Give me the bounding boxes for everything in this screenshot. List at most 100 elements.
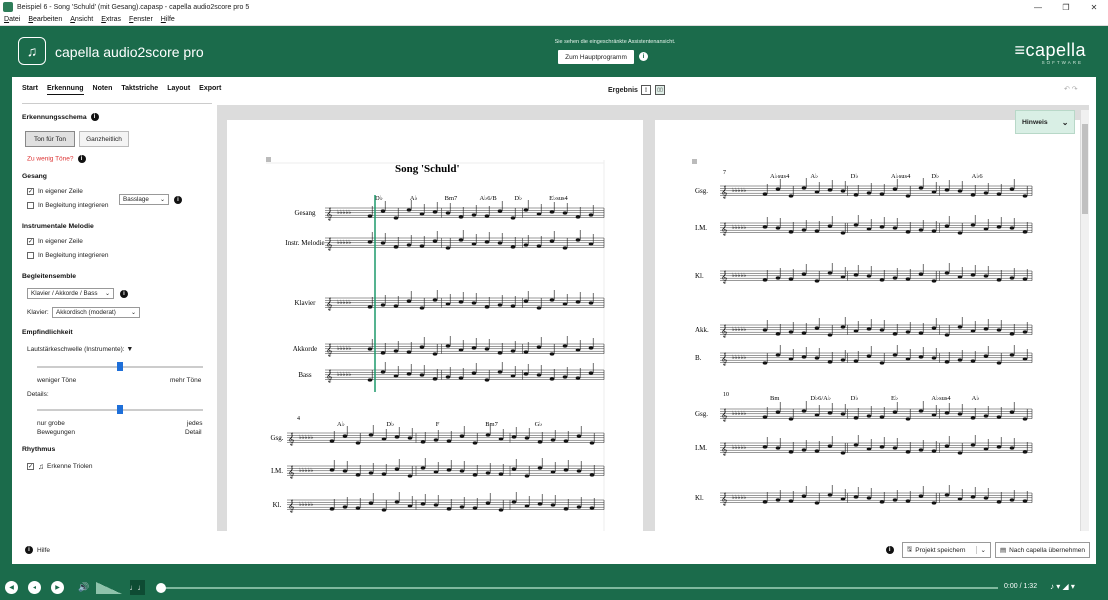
output-settings-icon[interactable]: ♪ ▾ ◢ ▾ [1050,582,1075,591]
svg-text:𝄞: 𝄞 [326,298,333,311]
p2sys2-chord-1: D♭6/A♭ [810,394,831,402]
score-page-2-notation: 7 Gsg. I.M. Kl. Akk. B. 𝄞 ♭♭♭♭♭ 𝄞 ♭♭♭♭♭ 𝄞 ♭♭♭♭♭ 𝄞 ♭… [692,159,1033,506]
p2sys1-label-0: Gsg. [695,187,708,195]
details-slider[interactable] [37,405,203,414]
p2sys1-chord-3: A♭sus4 [891,172,911,180]
info-icon[interactable]: i [77,155,86,163]
p2sys1-notes-0 [762,178,1028,198]
bass-range-select[interactable]: Basslage ⌄ [119,194,169,205]
score-page-1: Song 'Schuld' Gesang Instr. Melodie Klavie… [227,120,643,531]
info-icon[interactable]: i [639,52,648,61]
sys2-staff-0: 𝄞 ♭♭♭♭♭ [287,433,604,446]
capella-logo: ≡capella [1014,40,1086,60]
transfer-to-capella-button[interactable]: ▤ Nach capella übernehmen [994,542,1090,558]
menu-ansicht[interactable]: Ansicht [70,16,93,23]
sys2-chord-1: D♭ [386,420,394,428]
menu-extras[interactable]: Extras [101,16,121,23]
scrollbar-thumb[interactable] [1082,124,1088,214]
melodie-own-line-checkbox[interactable]: ✓ In eigener Zeile [27,238,83,245]
rewind-icon[interactable]: ◂ [28,581,41,594]
system-2-instrument-labels: Gsg. I.M. Kl. [270,434,283,509]
menu-datei[interactable]: Datei [4,16,20,23]
progress-handle[interactable] [156,583,166,593]
sys2-chord-2: F [436,421,440,428]
klavier-mode-select[interactable]: Akkordisch (moderat) ⌄ [52,307,140,318]
sys2-label-2: Kl. [273,501,282,509]
triangle-down-icon[interactable]: ▼ [126,346,133,353]
info-icon[interactable]: i [90,113,99,121]
sys1-notes-3 [367,336,594,356]
tab-erkennung[interactable]: Erkennung [46,85,84,95]
sys1-label-2: Klavier [295,299,317,307]
p2sys2-chord-5: A♭ [972,394,980,402]
svg-text:♭♭♭♭♭: ♭♭♭♭♭ [732,272,746,279]
save-project-button[interactable]: 🖫 Projekt speichern ⌄ [901,542,991,558]
slider-handle[interactable] [117,362,123,371]
tab-start[interactable]: Start [22,85,38,95]
dual-view-icon[interactable]: ▯▯ [655,85,665,95]
svg-text:𝄞: 𝄞 [288,433,295,446]
tab-divider [22,103,212,104]
gesang-accompaniment-checkbox[interactable]: In Begleitung integrieren [27,202,108,209]
ton-fuer-ton-button[interactable]: Ton für Ton [25,131,75,147]
score-page-1-notation: Song 'Schuld' Gesang Instr. Melodie Klavie… [266,157,605,531]
ganzheitlich-button[interactable]: Ganzheitlich [79,131,129,147]
p2sys2-chord-3: E♭ [891,394,898,402]
info-icon[interactable]: i [120,290,128,298]
score-scrollbar[interactable] [1081,110,1089,531]
playback-progress[interactable] [156,583,998,593]
checkmark-icon: ✓ [27,238,34,245]
undo-redo-icon[interactable]: ↶ ↷ [1064,85,1078,93]
tab-export[interactable]: Export [199,85,221,95]
close-button[interactable]: ✕ [1080,0,1108,14]
midi-toggle-icon[interactable]: ♩♩ [130,580,146,595]
triplet-icon: ♫ [38,462,44,471]
volume-slider[interactable] [96,582,122,594]
menu-hilfe[interactable]: Hilfe [161,16,175,23]
menu-bearbeiten[interactable]: Bearbeiten [28,16,62,23]
chevron-down-icon: ⌄ [1061,117,1069,127]
minimize-button[interactable]: — [1024,0,1052,14]
skip-back-icon[interactable]: ◀ [5,581,18,594]
chevron-down-icon: ⌄ [159,197,165,203]
slider-handle[interactable] [117,405,123,414]
svg-text:𝄞: 𝄞 [721,186,728,199]
info-icon[interactable]: i [174,196,182,204]
app-name: capella audio2score pro [55,44,204,60]
volume-icon[interactable]: 🔊 [78,582,89,593]
ensemble-select[interactable]: Klavier / Akkorde / Bass ⌄ [27,288,114,299]
info-icon[interactable]: i [885,546,894,554]
volume-threshold-slider[interactable] [37,362,203,371]
gesang-own-line-checkbox[interactable]: ✓ In eigener Zeile [27,188,83,195]
menu-fenster[interactable]: Fenster [129,16,153,23]
svg-text:♭♭♭♭♭: ♭♭♭♭♭ [337,345,351,352]
hint-dropdown[interactable]: Hinweis ⌄ [1015,110,1075,134]
melodie-accompaniment-checkbox[interactable]: In Begleitung integrieren [27,252,108,259]
triplets-checkbox[interactable]: ✓ ♫ Erkenne Triolen [27,462,93,471]
too-few-tones-link[interactable]: Zu wenig Töne? i [27,155,86,163]
tab-noten[interactable]: Noten [93,85,113,95]
capella-logo-sub: SOFTWARE [1041,60,1083,65]
tab-taktstriche[interactable]: Taktstriche [121,85,158,95]
title-bar: Beispiel 6 - Song 'Schuld' (mit Gesang).… [0,0,1108,14]
p2sys2-notes-0 [762,401,1028,421]
export-icon: ▤ [999,547,1007,554]
help-link[interactable]: i Hilfe [25,546,50,554]
sys1-chord-3: A♭6/B [480,194,498,202]
p2sys1-notes-3 [762,317,1028,337]
main-program-button[interactable]: Zum Hauptprogramm [558,50,634,64]
tab-bar: Start Erkennung Noten Taktstriche Layout… [22,85,230,95]
play-icon[interactable]: ▶ [51,581,64,594]
tab-layout[interactable]: Layout [167,85,190,95]
system-2-measure-number: 4 [297,416,300,422]
maximize-button[interactable]: ❐ [1052,0,1080,14]
single-view-icon[interactable]: ▯ [641,85,651,95]
sys2-notes-1 [329,458,595,478]
sensitivity-heading: Empfindlichkeit [22,329,73,336]
chevron-down-icon: ⌄ [104,291,110,297]
sys1-chord-5: E♭sus4 [549,194,568,202]
chevron-down-icon: ⌄ [130,310,136,316]
chevron-down-icon[interactable]: ⌄ [975,546,986,554]
app-header: ♫ capella audio2score pro Sie sehen die … [0,26,1108,76]
p2sys1-notes-1 [762,215,1028,235]
